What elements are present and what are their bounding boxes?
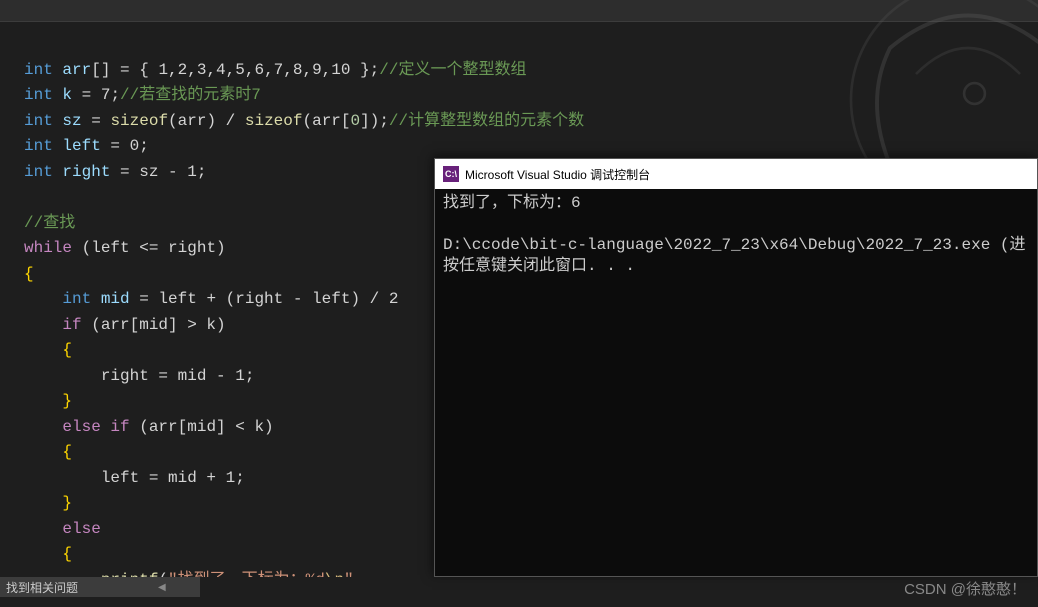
comment: //计算整型数组的元素个数 — [389, 112, 584, 130]
brace: { — [24, 443, 72, 461]
brace: } — [24, 494, 72, 512]
keyword: int — [62, 290, 91, 308]
keyword: while — [24, 239, 72, 257]
identifier: mid — [91, 290, 129, 308]
code-text: , — [354, 571, 364, 578]
code-text: (arr[mid] < k) — [130, 418, 274, 436]
code-text: = sz - 1; — [110, 163, 206, 181]
comment: //若查找的元素时7 — [120, 86, 261, 104]
brace: } — [24, 392, 72, 410]
number: 0 — [351, 112, 361, 130]
keyword: else if — [62, 418, 129, 436]
code-text: ]); — [360, 112, 389, 130]
status-bar[interactable]: 找到相关问题 ◀ — [0, 577, 200, 597]
code-text: = 7; — [72, 86, 120, 104]
vs-icon: C:\ — [443, 166, 459, 182]
identifier: left — [62, 137, 100, 155]
keyword: else — [62, 520, 100, 538]
string: " — [344, 571, 354, 578]
status-text: 找到相关问题 — [6, 579, 78, 596]
function: sizeof — [110, 112, 168, 130]
keyword: int — [24, 137, 53, 155]
brace: { — [24, 265, 34, 283]
code-text: = left + (right - left) / 2 — [130, 290, 399, 308]
code-text: = — [82, 112, 111, 130]
console-title: Microsoft Visual Studio 调试控制台 — [465, 166, 650, 183]
identifier: sz — [62, 112, 81, 130]
code-text: (arr[mid] > k) — [82, 316, 226, 334]
keyword: int — [24, 163, 53, 181]
keyword: int — [24, 61, 53, 79]
code-text: (left <= right) — [72, 239, 226, 257]
comment: //查找 — [24, 214, 75, 232]
brace: { — [24, 341, 72, 359]
code-text: (arr[ — [302, 112, 350, 130]
function: sizeof — [245, 112, 303, 130]
watermark: CSDN @徐憨憨！ — [904, 578, 1026, 599]
console-line: 按任意键关闭此窗口. . . — [443, 257, 635, 275]
chevron-left-icon[interactable]: ◀ — [158, 582, 166, 593]
keyword: int — [24, 112, 53, 130]
keyword: int — [24, 86, 53, 104]
keyword: if — [62, 316, 81, 334]
brace: { — [24, 545, 72, 563]
code-text: (arr) — [168, 112, 216, 130]
identifier: k — [62, 86, 72, 104]
console-line: 找到了，下标为：6 — [443, 194, 581, 212]
escape: \n — [325, 571, 344, 578]
debug-console-window[interactable]: C:\ Microsoft Visual Studio 调试控制台 找到了，下标… — [434, 158, 1038, 577]
console-titlebar[interactable]: C:\ Microsoft Visual Studio 调试控制台 — [435, 159, 1037, 189]
code-text: = 0; — [101, 137, 149, 155]
code-text: left = mid + 1; — [24, 469, 245, 487]
code-text: [] = { 1,2,3,4,5,6,7,8,9,10 }; — [91, 61, 379, 79]
comment: //定义一个整型数组 — [379, 61, 526, 79]
code-text: / — [216, 112, 245, 130]
identifier: right — [62, 163, 110, 181]
editor-tabstrip — [0, 0, 1038, 22]
console-line: D:\ccode\bit-c-language\2022_7_23\x64\De… — [443, 236, 1026, 254]
identifier: arr — [62, 61, 91, 79]
code-text: right = mid - 1; — [24, 367, 254, 385]
console-output[interactable]: 找到了，下标为：6 D:\ccode\bit-c-language\2022_7… — [435, 189, 1037, 281]
